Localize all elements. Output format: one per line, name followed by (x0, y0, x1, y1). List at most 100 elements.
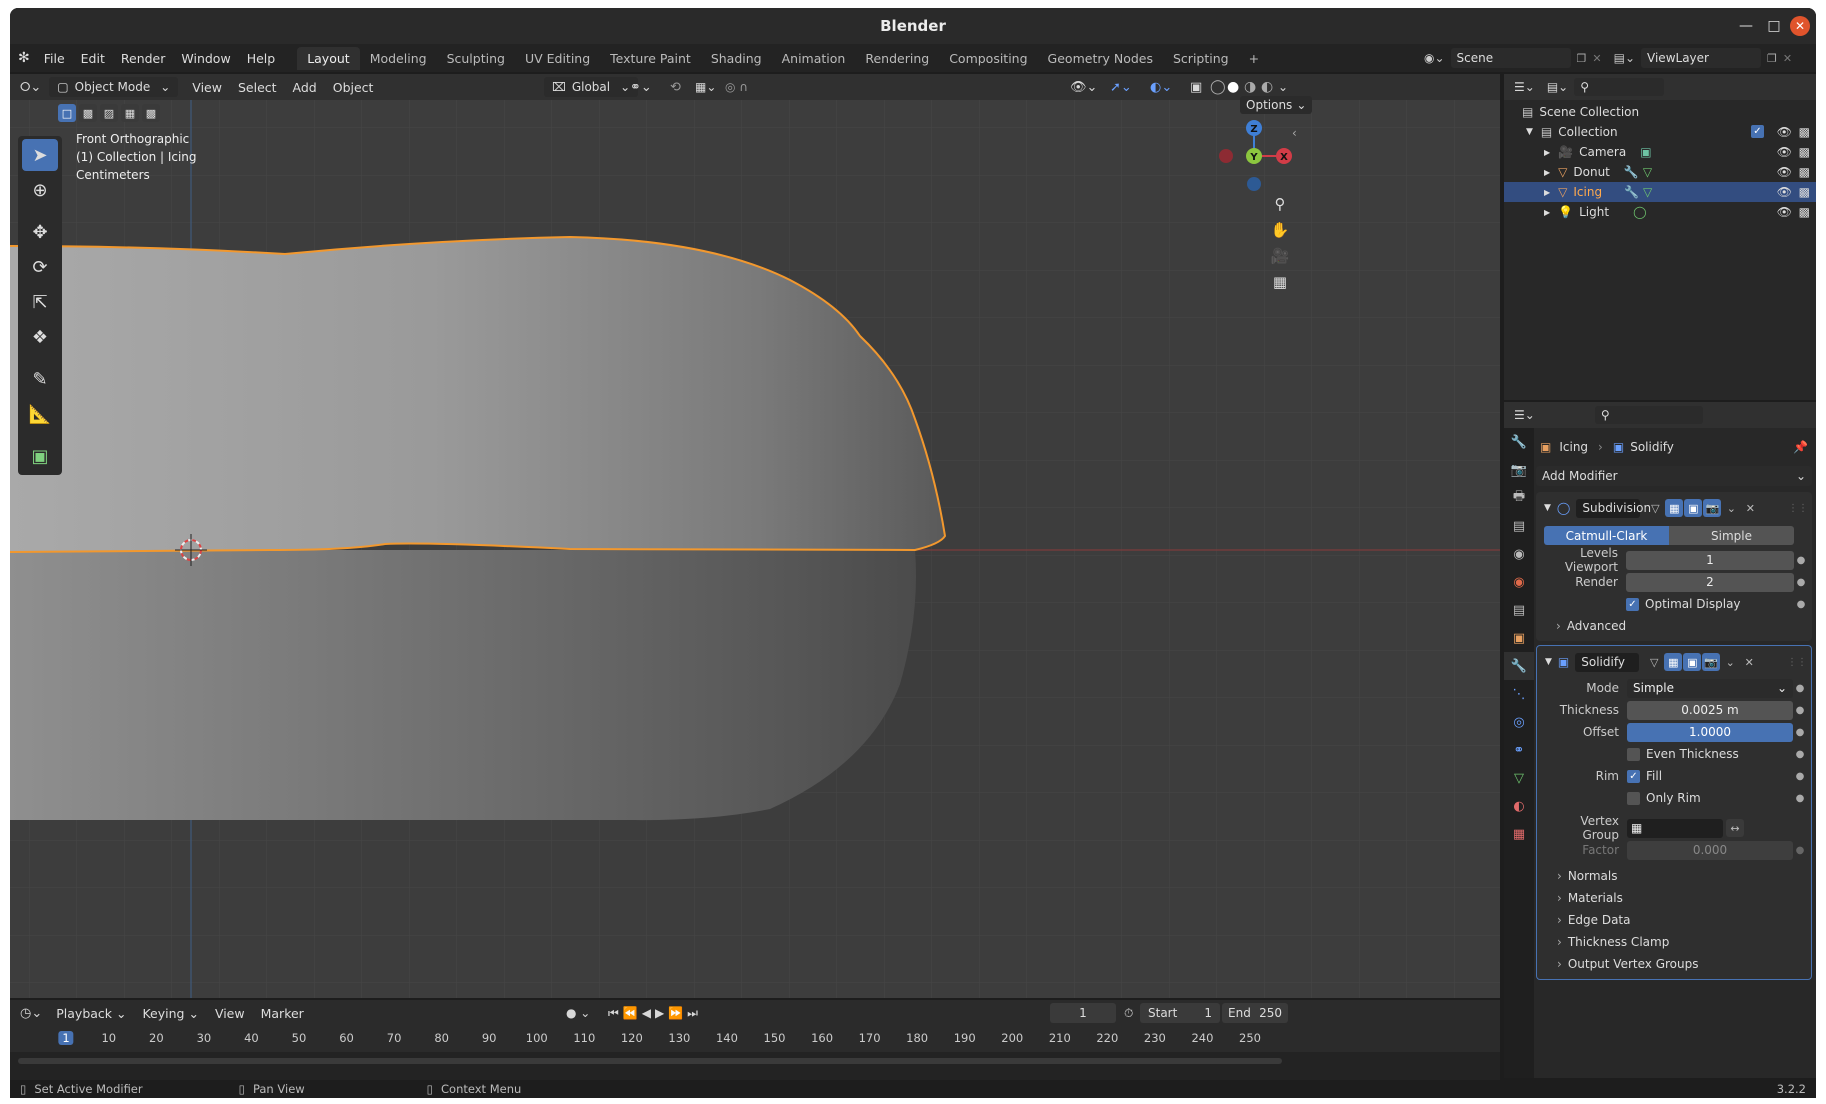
playback-controls[interactable]: ⏮⏪◀▶⏩⏭ (608, 1006, 702, 1021)
mesh-data-icon[interactable]: ▽ (1643, 185, 1652, 199)
collection-tab-icon[interactable]: ▤ (1504, 596, 1534, 624)
proportional-edit-icon[interactable]: ◎ ∩ (725, 80, 748, 94)
menu-edit[interactable]: Edit (73, 51, 113, 66)
collapse-icon[interactable]: ▼ (1545, 657, 1552, 667)
end-frame-field[interactable]: End 250 (1222, 1003, 1288, 1023)
snap-icon[interactable]: ⟲ (670, 80, 681, 95)
collection-render-icon[interactable]: ▩ (1799, 125, 1810, 139)
remove-modifier-icon[interactable]: ✕ (1740, 653, 1758, 671)
only-rim-checkbox[interactable] (1627, 791, 1640, 805)
optimal-display-checkbox[interactable]: ✓ (1626, 597, 1639, 611)
output-tab-icon[interactable]: 🖶 (1504, 484, 1534, 512)
advanced-subpanel[interactable]: › Advanced (1540, 615, 1808, 637)
object-tab-icon[interactable]: ▣ (1504, 624, 1534, 652)
texture-tab-icon[interactable]: ▦ (1504, 820, 1534, 848)
transform-tool-icon[interactable]: ❖ (22, 321, 58, 353)
start-frame-field[interactable]: Start 1 (1140, 1003, 1220, 1023)
add-cube-tool-icon[interactable]: ▣ (22, 440, 58, 472)
viewport-menu-object[interactable]: Object (325, 80, 382, 95)
cursor-tool-icon[interactable]: ⊕ (22, 174, 58, 206)
tab-rendering[interactable]: Rendering (855, 47, 939, 70)
material-tab-icon[interactable]: ◐ (1504, 792, 1534, 820)
camera-eye-icon[interactable]: 👁 (1777, 145, 1792, 159)
catmull-clark-button[interactable]: Catmull-Clark (1544, 526, 1669, 545)
render-icon[interactable]: 📷 (1702, 653, 1721, 671)
view-layer-tab-icon[interactable]: ▤ (1504, 512, 1534, 540)
display-mode-icon[interactable]: ▤⌄ (1541, 80, 1574, 94)
outliner-item-donut[interactable]: ▶ ▽ Donut 🔧 ▽ 👁 ▩ (1504, 162, 1816, 182)
annotate-tool-icon[interactable]: ✎ (22, 363, 58, 395)
collection-eye-icon[interactable]: 👁 (1777, 125, 1792, 139)
stopwatch-icon[interactable]: ⏱ (1124, 1006, 1133, 1021)
tab-layout[interactable]: Layout (297, 46, 360, 70)
tab-uv-editing[interactable]: UV Editing (515, 47, 600, 70)
tab-compositing[interactable]: Compositing (939, 47, 1037, 70)
keyframe-dot-icon[interactable]: ● (1794, 577, 1808, 588)
dropdown-icon[interactable]: ⌄ (1721, 653, 1739, 671)
keyframe-dot-icon[interactable]: ● (1793, 771, 1807, 782)
keyframe-dot-icon[interactable]: ● (1793, 845, 1807, 856)
keyframe-dot-icon[interactable]: ● (1793, 727, 1807, 738)
expand-icon[interactable]: ▶ (1544, 148, 1550, 157)
add-workspace-icon[interactable]: + (1239, 47, 1269, 70)
materials-subpanel[interactable]: › Materials (1541, 887, 1807, 909)
menu-render[interactable]: Render (113, 51, 174, 66)
viewport-menu-select[interactable]: Select (230, 80, 285, 95)
normals-subpanel[interactable]: › Normals (1541, 865, 1807, 887)
keyframe-dot-icon[interactable]: ● (1793, 683, 1807, 694)
tab-texture-paint[interactable]: Texture Paint (600, 47, 701, 70)
mode-dropdown[interactable]: Simple ⌄ (1627, 678, 1793, 698)
menu-window[interactable]: Window (173, 51, 238, 66)
shading-material-icon[interactable]: ◑ (1244, 79, 1256, 95)
render-icon[interactable]: 📷 (1703, 499, 1722, 517)
light-render-icon[interactable]: ▩ (1799, 205, 1810, 219)
edit-mode-icon[interactable]: ▽ (1645, 653, 1663, 671)
outliner-item-light[interactable]: ▶ 💡 Light ◯ 👁 ▩ (1504, 202, 1816, 222)
sidebar-toggle-icon[interactable]: ‹ (1292, 126, 1297, 140)
world-tab-icon[interactable]: ◉ (1504, 568, 1534, 596)
tab-shading[interactable]: Shading (701, 47, 772, 70)
thickness-clamp-subpanel[interactable]: › Thickness Clamp (1541, 931, 1807, 953)
timeline-menu-marker[interactable]: Marker (253, 1006, 312, 1021)
modifier-wrench-icon[interactable]: 🔧 (1624, 165, 1639, 179)
remove-modifier-icon[interactable]: ✕ (1741, 499, 1759, 517)
blender-logo-icon[interactable]: ✻ (10, 50, 36, 66)
view-layer-selector-icon[interactable]: ▤⌄ (1614, 51, 1635, 65)
expand-collection-icon[interactable]: ▼ (1526, 127, 1533, 137)
select-box-tool-icon[interactable]: ➤ (22, 139, 58, 171)
invert-vertex-group-icon[interactable]: ↔ (1726, 819, 1744, 837)
on-cage-icon[interactable]: ▦ (1665, 499, 1684, 517)
donut-eye-icon[interactable]: 👁 (1777, 165, 1792, 179)
vertex-group-field[interactable]: ▦ (1627, 818, 1723, 838)
modifier-wrench-icon[interactable]: 🔧 (1624, 185, 1639, 199)
scene-field[interactable]: Scene (1450, 48, 1571, 68)
simple-button[interactable]: Simple (1669, 526, 1794, 545)
pin-icon[interactable]: 📌 (1793, 440, 1808, 454)
tab-scripting[interactable]: Scripting (1163, 47, 1239, 70)
camera-view-icon[interactable]: 🎥 (1266, 242, 1294, 270)
move-tool-icon[interactable]: ✥ (22, 216, 58, 248)
editor-type-icon[interactable]: ⭘⌄ (10, 80, 49, 95)
shading-options-icon[interactable]: ⌄ (1278, 80, 1288, 94)
options-dropdown[interactable]: Options ⌄ (1240, 96, 1313, 114)
factor-field[interactable]: 0.000 (1627, 840, 1793, 860)
camera-render-icon[interactable]: ▩ (1799, 145, 1810, 159)
edge-data-subpanel[interactable]: › Edge Data (1541, 909, 1807, 931)
expand-icon[interactable]: ▶ (1544, 168, 1550, 177)
menu-file[interactable]: File (36, 51, 73, 66)
outliner-editor-type-icon[interactable]: ☰⌄ (1504, 80, 1541, 94)
add-modifier-button[interactable]: Add Modifier ⌄ (1536, 466, 1812, 486)
select-invert-icon[interactable]: ▦ (121, 104, 139, 122)
offset-field[interactable]: 1.0000 (1627, 722, 1793, 742)
frame-ruler[interactable]: 1 10 20 30 40 50 60 70 80 90 100 110 120 130 140 150 160… (10, 1026, 1500, 1052)
render-tab-icon[interactable]: 📷 (1504, 456, 1534, 484)
pivot-icon[interactable]: ⚭⌄ (630, 80, 652, 95)
viewport-menu-add[interactable]: Add (285, 80, 325, 95)
output-vertex-groups-subpanel[interactable]: › Output Vertex Groups (1541, 953, 1807, 975)
keyframe-dot-icon[interactable]: ● (1793, 793, 1807, 804)
zoom-icon[interactable]: ⚲ (1266, 190, 1294, 218)
scene-selector-icon[interactable]: ◉⌄ (1424, 51, 1445, 65)
constraints-tab-icon[interactable]: ⚭ (1504, 736, 1534, 764)
viewport-menu-view[interactable]: View (184, 80, 230, 95)
select-new-icon[interactable]: □ (58, 104, 76, 122)
